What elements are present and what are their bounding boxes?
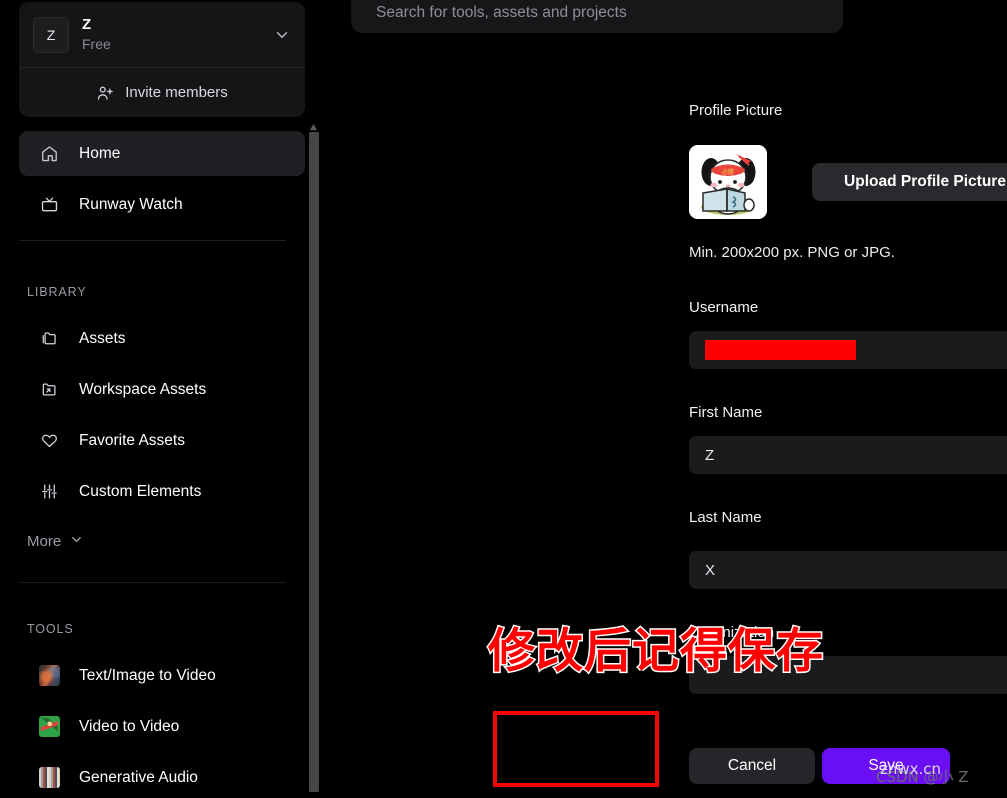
chevron-down-icon (69, 532, 84, 551)
username-label: Username (689, 299, 759, 316)
tv-icon (39, 195, 59, 215)
first-name-label: First Name (689, 404, 763, 421)
sidebar-scrollbar[interactable] (307, 119, 320, 798)
workspace-avatar: Z (33, 16, 69, 53)
section-label-library: LIBRARY (27, 285, 87, 299)
last-name-value: X (705, 561, 716, 579)
home-icon (39, 144, 59, 164)
search-placeholder: Search for tools, assets and projects (376, 4, 627, 21)
sidebar-item-custom-elements-label: Custom Elements (79, 482, 202, 500)
library-more-toggle[interactable]: More (27, 532, 84, 551)
dog-reading-book-avatar: 必勝 (689, 145, 767, 219)
sidebar-item-home-label: Home (79, 144, 121, 162)
sidebar-item-runway-watch-label: Runway Watch (79, 195, 183, 213)
sidebar-item-assets-label: Assets (79, 329, 126, 347)
person-plus-icon (96, 84, 114, 102)
workspace-header[interactable]: Z Z Free (19, 2, 305, 67)
tools-nav: Text/Image to Video Video to Video Gener… (19, 650, 305, 798)
upload-profile-picture-label: Upload Profile Picture (844, 173, 1006, 190)
annotation-callout-text: 修改后记得保存 (487, 623, 825, 681)
scroll-up-arrow-icon[interactable] (309, 119, 318, 131)
library-more-label: More (27, 533, 62, 550)
profile-picture-label: Profile Picture (689, 102, 783, 119)
watermark-primary: znwx.cn (880, 760, 942, 778)
tool-thumbnail-video-to-video (39, 716, 60, 737)
sidebar-item-text-image-to-video[interactable]: Text/Image to Video (19, 650, 305, 701)
section-label-tools: TOOLS (27, 622, 74, 636)
workspace-card[interactable]: Z Z Free Invite members (19, 2, 305, 117)
primary-nav: Home Runway Watch (19, 131, 305, 227)
sidebar-item-generative-audio-label: Generative Audio (79, 768, 198, 786)
sliders-icon (39, 482, 59, 502)
username-input[interactable] (689, 331, 1007, 369)
tool-thumbnail-generative-audio (39, 767, 60, 788)
last-name-input[interactable]: X (689, 551, 1007, 589)
first-name-input[interactable]: Z (689, 436, 1007, 474)
last-name-label: Last Name (689, 509, 762, 526)
invite-members-button[interactable]: Invite members (19, 68, 305, 117)
sidebar-item-custom-elements[interactable]: Custom Elements (19, 469, 305, 514)
sidebar-item-video-to-video[interactable]: Video to Video (19, 701, 305, 752)
workspace-name: Z (82, 16, 92, 34)
chevron-down-icon[interactable] (273, 26, 291, 44)
sidebar-item-generative-audio[interactable]: Generative Audio (19, 752, 305, 798)
sidebar-item-video-to-video-label: Video to Video (79, 717, 180, 735)
workspace-meta: Z Free (82, 16, 273, 52)
library-nav: Assets Workspace Assets Favorite Assets … (19, 316, 305, 514)
tool-thumbnail-text-image-to-video (39, 665, 60, 686)
sidebar-scrollbar-thumb[interactable] (309, 132, 319, 792)
sidebar-item-workspace-assets[interactable]: Workspace Assets (19, 367, 305, 412)
divider-tools (19, 582, 286, 583)
heart-icon (39, 431, 59, 451)
redaction-overlay (705, 340, 856, 360)
cancel-button[interactable]: Cancel (689, 748, 815, 784)
sidebar-item-runway-watch[interactable]: Runway Watch (19, 182, 305, 227)
sidebar: Z Z Free Invite members Home Runway Watc… (0, 0, 305, 798)
profile-picture-helper-text: Min. 200x200 px. PNG or JPG. (689, 244, 895, 261)
cancel-label: Cancel (727, 757, 777, 774)
folder-share-icon (39, 380, 59, 400)
sidebar-item-workspace-assets-label: Workspace Assets (79, 380, 207, 398)
sidebar-item-text-image-to-video-label: Text/Image to Video (79, 666, 216, 684)
workspace-plan: Free (82, 36, 111, 53)
first-name-value: Z (705, 446, 715, 464)
svg-text:必勝: 必勝 (722, 168, 734, 176)
sidebar-item-favorite-assets[interactable]: Favorite Assets (19, 418, 305, 463)
upload-profile-picture-button[interactable]: Upload Profile Picture (812, 163, 1007, 201)
sidebar-item-home[interactable]: Home (19, 131, 305, 176)
app-root: Z Z Free Invite members Home Runway Watc… (0, 0, 1007, 798)
divider-library (19, 240, 286, 241)
search-input[interactable]: Search for tools, assets and projects (351, 0, 843, 33)
sidebar-item-favorite-assets-label: Favorite Assets (79, 431, 185, 449)
folder-icon (39, 329, 59, 349)
sidebar-item-assets[interactable]: Assets (19, 316, 305, 361)
invite-members-label: Invite members (125, 84, 228, 101)
